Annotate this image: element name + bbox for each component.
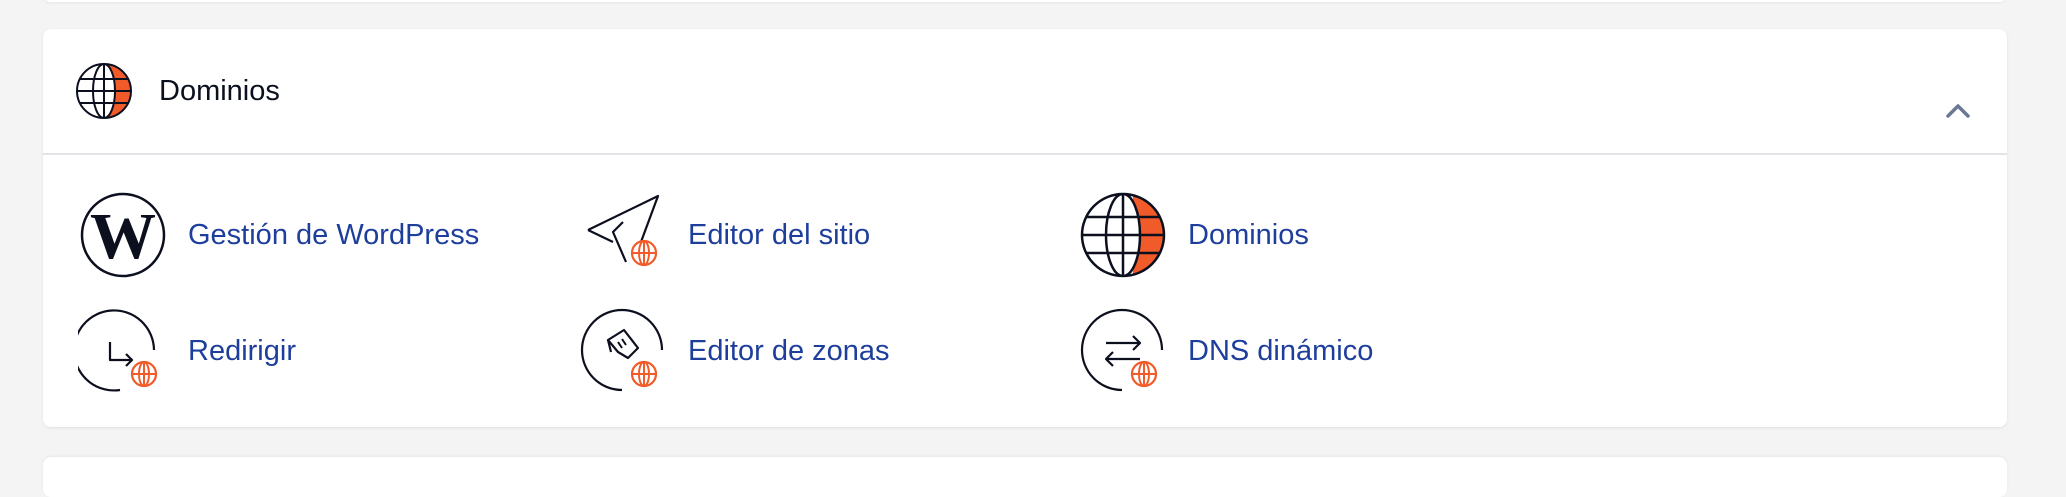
globe-icon [1078, 190, 1168, 280]
tool-label: Gestión de WordPress [188, 219, 480, 251]
svg-text:W: W [90, 200, 156, 273]
tool-wordpress-management[interactable]: W Gestión de WordPress [78, 190, 528, 280]
tool-domains[interactable]: Dominios [1078, 190, 1398, 280]
tool-label: Redirigir [188, 335, 296, 367]
zone-editor-icon [578, 306, 668, 396]
tool-label: DNS dinámico [1188, 335, 1374, 367]
tool-label: Editor de zonas [688, 335, 890, 367]
tool-zone-editor[interactable]: Editor de zonas [578, 306, 998, 396]
globe-icon [75, 62, 133, 120]
next-section-card [43, 457, 2007, 497]
redirect-icon [72, 306, 168, 396]
tool-label: Editor del sitio [688, 219, 871, 251]
dynamic-dns-icon [1078, 306, 1168, 396]
section-header[interactable]: Dominios [43, 29, 2007, 155]
wordpress-icon: W [78, 190, 168, 280]
tool-redirect[interactable]: Redirigir [72, 306, 438, 396]
tool-label: Dominios [1188, 219, 1309, 251]
tool-site-editor[interactable]: Editor del sitio [578, 190, 998, 280]
tool-dynamic-dns[interactable]: DNS dinámico [1078, 306, 1478, 396]
site-editor-icon [578, 190, 668, 280]
section-title: Dominios [159, 75, 280, 107]
chevron-up-icon[interactable] [1940, 93, 1976, 129]
domains-section-card: Dominios W Gestión de WordPress Editor d… [43, 29, 2007, 427]
previous-section-card [43, 0, 2007, 2]
